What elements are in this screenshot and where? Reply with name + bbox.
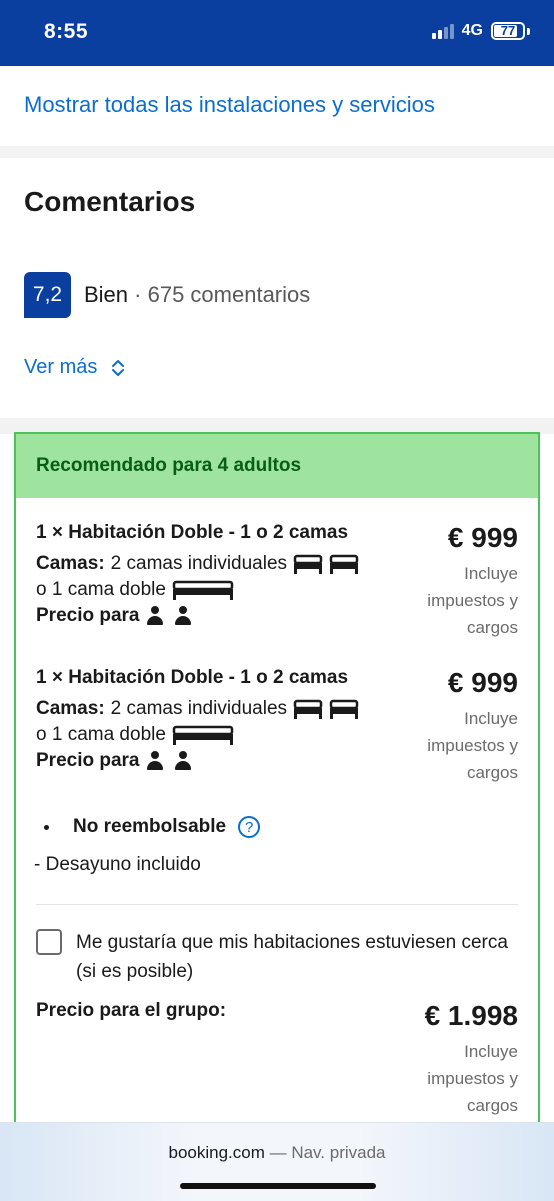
rating-separator: · [128,282,148,307]
person-icon [146,606,164,626]
policy-row: No reembolsable ? [44,816,261,838]
nearby-rooms-checkbox[interactable] [36,929,62,955]
beds-line: Camas: 2 camas individuales [36,553,416,575]
beds-line: Camas: 2 camas individuales [36,698,416,720]
room-price: € 999 [447,522,518,553]
status-bar: 8:55 4G 77 [0,0,554,66]
beds-single: 2 camas individuales [110,698,288,719]
tax-line: cargos [466,763,518,782]
single-bed-icon [293,554,323,574]
status-time: 8:55 [44,20,89,43]
room-price-column: € 999 Incluye impuestos y cargos [388,522,518,641]
price-for-label: Precio para [36,605,140,626]
cellular-signal-icon [431,23,454,39]
status-icons: 4G 77 [431,22,530,40]
battery-tip [527,27,530,35]
tax-note: Incluye impuestos y cargos [358,1038,518,1119]
see-more-button[interactable]: Ver más [24,356,125,379]
address-text: booking.com — Nav. privada [0,1143,554,1163]
card-divider [36,904,518,905]
rating-label: Bien [84,282,129,307]
tax-line: Incluye [464,709,518,728]
single-bed-icon [293,699,323,719]
tax-line: Incluye [464,564,518,583]
recommendation-card: Recomendado para 4 adultos 1 × Habitació… [14,432,540,1152]
network-type: 4G [461,22,483,39]
single-bed-icon [329,554,359,574]
tax-line: cargos [466,618,518,637]
tax-line: impuestos y [427,591,518,610]
double-bed-line: o 1 cama doble [36,579,416,601]
bullet-icon [44,824,49,830]
nearby-rooms-label[interactable]: Me gustaría que mis habitaciones estuvie… [76,928,516,986]
price-for-line: Precio para [36,750,416,772]
beds-double: o 1 cama doble [36,579,166,600]
beds-label: Camas: [36,698,105,719]
private-mode-label: — Nav. privada [264,1143,386,1162]
beds-single: 2 camas individuales [110,553,288,574]
reviews-title: Comentarios [24,186,196,217]
review-score-badge: 7,2 [24,272,71,318]
help-icon[interactable]: ? [238,816,261,838]
policy-label: No reembolsable [73,816,227,837]
see-more-label: Ver más [24,356,98,378]
double-bed-line: o 1 cama doble [36,724,416,746]
room-price-column: € 999 Incluye impuestos y cargos [388,667,518,786]
section-divider [0,146,554,158]
address-domain: booking.com [168,1143,265,1162]
tax-line: impuestos y [427,1069,518,1088]
person-icon [174,606,192,626]
chevron-up-down-icon [111,359,125,377]
room-title: 1 × Habitación Doble - 1 o 2 camas [36,667,349,688]
tax-note: Incluye impuestos y cargos [388,705,518,786]
browser-address-bar[interactable]: booking.com — Nav. privada [0,1122,554,1201]
tax-line: impuestos y [427,736,518,755]
battery-icon: 77 [491,22,525,40]
tax-line: cargos [466,1096,518,1115]
double-bed-icon [172,725,234,745]
breakfast-included: - Desayuno incluido [34,854,201,875]
show-all-services-link[interactable]: Mostrar todas las instalaciones y servic… [24,92,435,118]
person-icon [146,751,164,771]
group-price-label: Precio para el grupo: [36,1000,227,1021]
beds-label: Camas: [36,553,105,574]
recommendation-header: Recomendado para 4 adultos [16,434,538,498]
rating-summary: Bien · 675 comentarios [84,282,310,308]
group-price-column: € 1.998 Incluye impuestos y cargos [358,1000,518,1119]
price-for-line: Precio para [36,605,416,627]
person-icon [174,751,192,771]
single-bed-icon [329,699,359,719]
battery-level: 77 [500,23,516,38]
tax-line: Incluye [464,1042,518,1061]
room-title: 1 × Habitación Doble - 1 o 2 camas [36,522,349,543]
home-indicator[interactable] [180,1183,376,1189]
tax-note: Incluye impuestos y cargos [388,560,518,641]
nearby-rooms-option[interactable]: Me gustaría que mis habitaciones estuvie… [36,928,516,986]
beds-double: o 1 cama doble [36,724,166,745]
double-bed-icon [172,580,234,600]
room-option: 1 × Habitación Doble - 1 o 2 camas Camas… [36,522,416,627]
room-option: 1 × Habitación Doble - 1 o 2 camas Camas… [36,667,416,772]
price-for-label: Precio para [36,750,140,771]
group-price: € 1.998 [424,1000,518,1031]
room-price: € 999 [447,667,518,698]
review-count: 675 comentarios [147,282,311,307]
